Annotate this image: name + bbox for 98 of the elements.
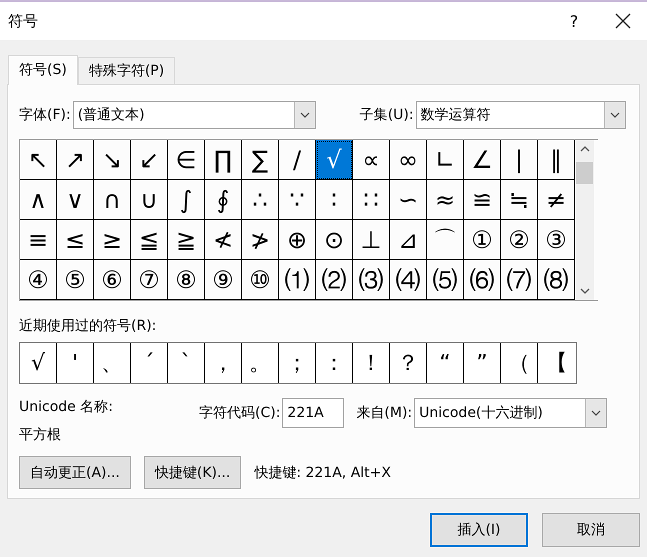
recent-symbol-cell[interactable]: ˊ xyxy=(131,343,168,383)
symbol-cell[interactable]: ≤ xyxy=(57,220,94,260)
tab[interactable]: 符号(S) xyxy=(8,55,78,85)
symbol-cell[interactable]: ≈ xyxy=(427,180,464,220)
scroll-up-icon[interactable] xyxy=(580,145,590,153)
symbol-cell[interactable]: ∨ xyxy=(57,180,94,220)
symbol-cell[interactable]: ∈ xyxy=(168,140,205,180)
recent-symbol-cell[interactable]: 、 xyxy=(94,343,131,383)
symbol-cell[interactable]: ≡ xyxy=(20,220,57,260)
tab[interactable]: 特殊字符(P) xyxy=(78,57,176,84)
symbol-cell[interactable]: ≦ xyxy=(131,220,168,260)
recent-symbol-cell[interactable]: ' xyxy=(57,343,94,383)
field-label: 字符代码(C): xyxy=(199,404,280,422)
encoding-dropdown[interactable]: Unicode(十六进制) xyxy=(414,398,608,428)
symbol-cell[interactable]: ⑴ xyxy=(279,260,316,300)
close-icon[interactable] xyxy=(615,13,631,29)
symbol-cell[interactable]: ≌ xyxy=(464,180,501,220)
symbol-cell[interactable]: ⑵ xyxy=(316,260,353,300)
symbol-cell[interactable]: ∠ xyxy=(464,140,501,180)
symbol-cell[interactable]: ≯ xyxy=(242,220,279,260)
scrollbar[interactable] xyxy=(575,140,594,300)
chevron-down-icon xyxy=(591,410,602,416)
symbol-cell[interactable]: ≧ xyxy=(168,220,205,260)
symbol-cell[interactable]: √ xyxy=(316,140,353,180)
symbol-cell[interactable]: ⊥ xyxy=(353,220,390,260)
recent-symbols-label: 近期使用过的符号(R): xyxy=(19,318,156,334)
dialog-button[interactable]: 取消 xyxy=(542,513,640,547)
recent-symbol-cell[interactable]: ˋ xyxy=(168,343,205,383)
symbol-cell[interactable]: ⊿ xyxy=(390,220,427,260)
symbol-cell[interactable]: ⑸ xyxy=(427,260,464,300)
symbol-cell[interactable]: ⑺ xyxy=(501,260,538,300)
symbol-cell[interactable]: ∟ xyxy=(427,140,464,180)
char-code-field[interactable]: 221A xyxy=(282,398,344,428)
recent-symbol-cell[interactable]: √ xyxy=(20,343,57,383)
recent-symbol-cell[interactable]: ？ xyxy=(390,343,427,383)
field-label: 字体(F): xyxy=(19,106,71,124)
recent-symbol-cell[interactable]: ； xyxy=(279,343,316,383)
symbol-cell[interactable]: ↖ xyxy=(20,140,57,180)
recent-symbol-cell[interactable]: ， xyxy=(205,343,242,383)
symbol-cell[interactable]: ⑦ xyxy=(131,260,168,300)
symbol-cell[interactable]: ↙ xyxy=(131,140,168,180)
symbol-cell[interactable]: ∝ xyxy=(353,140,390,180)
scroll-down-icon[interactable] xyxy=(580,287,590,295)
action-button[interactable]: 自动更正(A)... xyxy=(19,456,131,489)
field-label: 来自(M): xyxy=(356,404,412,422)
symbol-cell[interactable]: ⑷ xyxy=(390,260,427,300)
symbol-cell[interactable]: ⑹ xyxy=(464,260,501,300)
recent-symbol-cell[interactable]: ” xyxy=(464,343,501,383)
symbol-cell[interactable]: ∷ xyxy=(353,180,390,220)
chevron-down-icon xyxy=(300,112,310,118)
symbol-cell[interactable]: ↘ xyxy=(94,140,131,180)
symbol-cell[interactable]: ⑶ xyxy=(353,260,390,300)
symbol-cell[interactable]: ⑧ xyxy=(168,260,205,300)
subset-dropdown[interactable]: 数学运算符 xyxy=(416,101,626,129)
symbol-cell[interactable]: ① xyxy=(464,220,501,260)
symbol-cell[interactable]: ∣ xyxy=(501,140,538,180)
symbol-cell[interactable]: ∑ xyxy=(242,140,279,180)
symbol-cell[interactable]: ⌒ xyxy=(427,220,464,260)
symbol-cell[interactable]: ② xyxy=(501,220,538,260)
symbol-cell[interactable]: ⊙ xyxy=(316,220,353,260)
symbol-cell[interactable]: ⑥ xyxy=(94,260,131,300)
recent-symbol-cell[interactable]: ： xyxy=(316,343,353,383)
recent-symbol-cell[interactable]: 【 xyxy=(538,343,575,383)
field-label: 子集(U): xyxy=(360,106,414,124)
symbol-cell[interactable]: ≒ xyxy=(501,180,538,220)
recent-symbol-cell[interactable]: （ xyxy=(501,343,538,383)
symbol-cell[interactable]: ∏ xyxy=(205,140,242,180)
symbol-cell[interactable]: ∞ xyxy=(390,140,427,180)
symbol-cell[interactable]: ⑤ xyxy=(57,260,94,300)
symbol-cell[interactable]: ↗ xyxy=(57,140,94,180)
symbol-cell[interactable]: ∪ xyxy=(131,180,168,220)
symbol-cell[interactable]: ④ xyxy=(20,260,57,300)
window-title: 符号 xyxy=(8,12,39,30)
symbol-cell[interactable]: ∫ xyxy=(168,180,205,220)
recent-symbol-cell[interactable]: 。 xyxy=(242,343,279,383)
recent-symbol-cell[interactable]: “ xyxy=(427,343,464,383)
symbol-cell[interactable]: ⑩ xyxy=(242,260,279,300)
font-dropdown[interactable]: (普通文本) xyxy=(72,101,316,129)
recent-symbol-cell[interactable]: ！ xyxy=(353,343,390,383)
symbol-cell[interactable]: ∴ xyxy=(242,180,279,220)
action-button[interactable]: 快捷键(K)... xyxy=(144,456,242,489)
symbol-cell[interactable]: ≥ xyxy=(94,220,131,260)
shortcut-text: 快捷键: 221A, Alt+X xyxy=(254,464,391,482)
symbol-cell[interactable]: ⊕ xyxy=(279,220,316,260)
symbol-cell[interactable]: ∵ xyxy=(279,180,316,220)
scroll-thumb[interactable] xyxy=(576,162,593,184)
symbol-cell[interactable]: ⑨ xyxy=(205,260,242,300)
help-button[interactable]: ? xyxy=(559,12,589,30)
unicode-name-label: Unicode 名称: xyxy=(19,398,114,416)
symbol-cell[interactable]: ∩ xyxy=(94,180,131,220)
symbol-cell[interactable]: ∽ xyxy=(390,180,427,220)
symbol-cell[interactable]: ∮ xyxy=(205,180,242,220)
symbol-cell[interactable]: ∶ xyxy=(316,180,353,220)
dialog-button[interactable]: 插入(I) xyxy=(430,513,528,547)
symbol-cell[interactable]: ≮ xyxy=(205,220,242,260)
symbol-cell[interactable]: ∧ xyxy=(20,180,57,220)
chevron-down-icon xyxy=(610,112,620,118)
unicode-name-value: 平方根 xyxy=(19,426,62,444)
